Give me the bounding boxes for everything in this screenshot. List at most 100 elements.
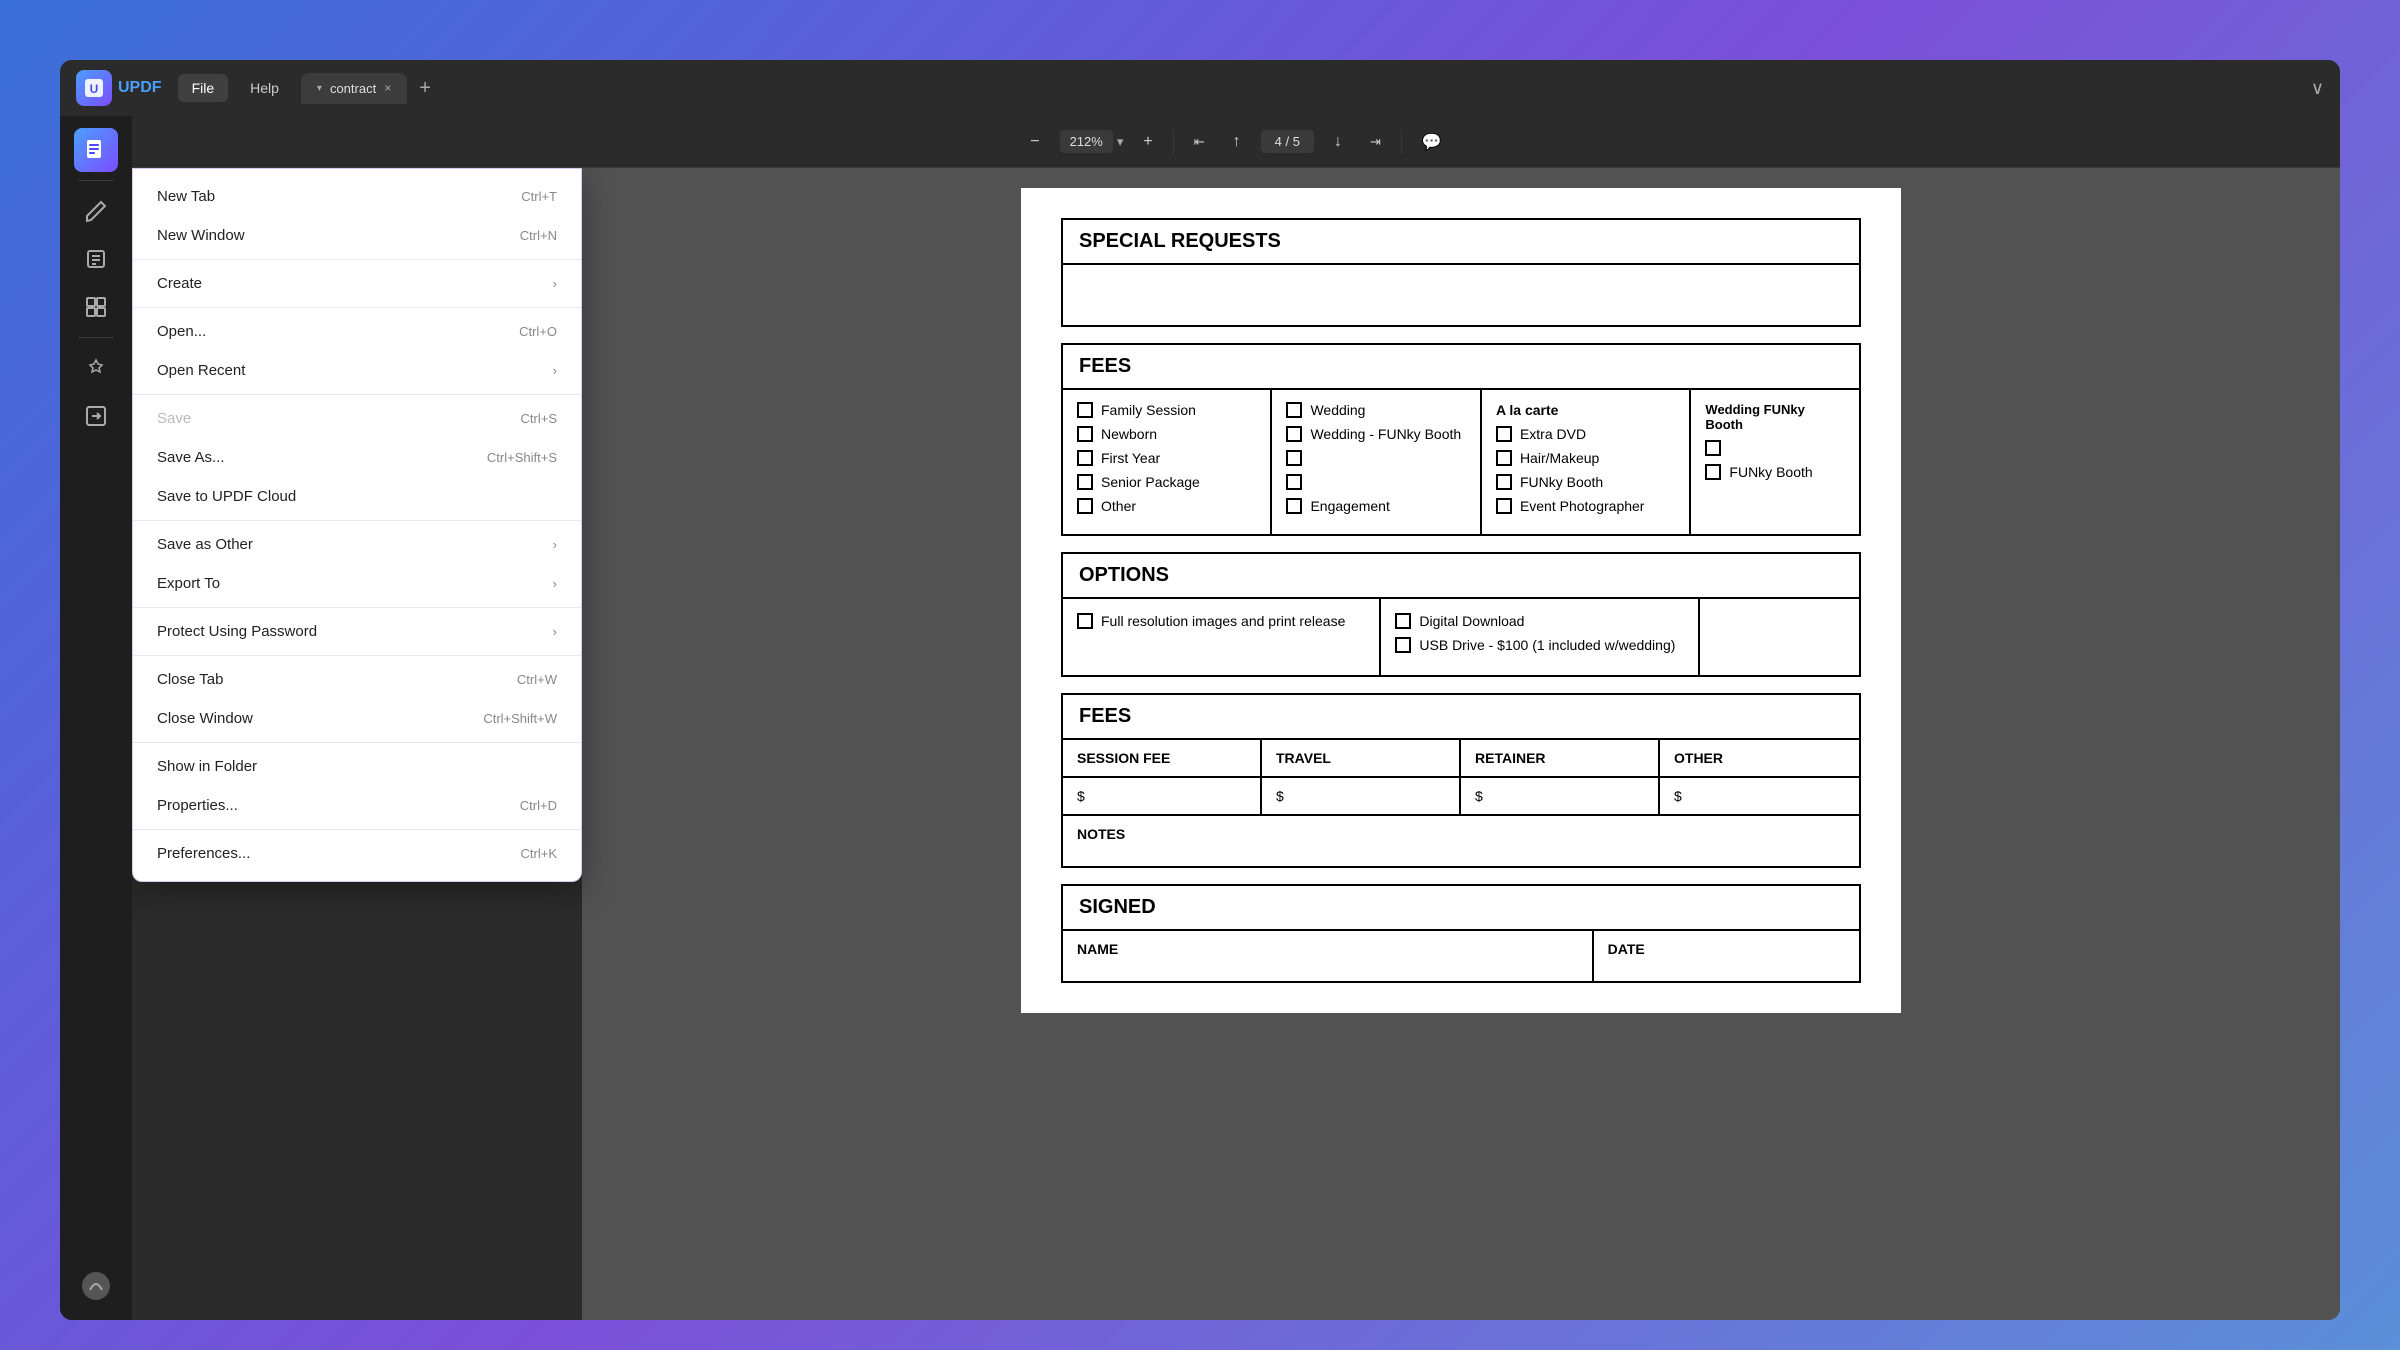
menu-item-save-shortcut: Ctrl+S [521,411,557,426]
fee-item-engagement: Engagement [1286,498,1465,514]
menu-item-close-window-shortcut: Ctrl+Shift+W [483,711,557,726]
menu-item-close-tab-label: Close Tab [157,671,223,688]
signed-title: SIGNED [1063,886,1859,931]
fees-val-retainer: $ [1461,778,1660,814]
tab-label: contract [330,81,376,96]
option-digital: Digital Download [1395,613,1683,629]
menu-item-export-to-arrow: › [553,576,557,591]
checkbox-extradvd[interactable] [1496,426,1512,442]
options-col-1: Full resolution images and print release [1063,599,1381,675]
signed-date: DATE [1594,931,1859,981]
sidebar-icon-annotate[interactable] [74,237,118,281]
fee-item-eventphotog: Event Photographer [1496,498,1675,514]
contract-tab[interactable]: ▾ contract × [301,73,407,104]
menu-item-open-shortcut: Ctrl+O [519,324,557,339]
checkbox-engagement[interactable] [1286,498,1302,514]
checkbox-wedding-funky[interactable] [1286,426,1302,442]
zoom-dropdown-icon[interactable]: ▾ [1117,134,1124,150]
fee-item-other: Other [1077,498,1256,514]
checkbox-blank-1[interactable] [1286,450,1302,466]
menu-item-new-window[interactable]: New Window Ctrl+N [133,216,581,255]
updf-logo-icon: U [76,70,112,106]
checkbox-fullres[interactable] [1077,613,1093,629]
tab-close-icon[interactable]: × [384,81,391,95]
fees-val-session: $ [1063,778,1262,814]
fee-item-blank-1 [1286,450,1465,466]
menu-item-close-tab-shortcut: Ctrl+W [517,672,557,687]
checkbox-family[interactable] [1077,402,1093,418]
menu-item-save-as[interactable]: Save As... Ctrl+Shift+S [133,438,581,477]
checkbox-funky-booth-2[interactable] [1705,464,1721,480]
checkbox-eventphotog[interactable] [1496,498,1512,514]
checkbox-funky-booth[interactable] [1496,474,1512,490]
menu-separator-7 [133,742,581,743]
checkbox-firstyear[interactable] [1077,450,1093,466]
checkbox-wedding[interactable] [1286,402,1302,418]
comment-button[interactable]: 💬 [1414,126,1450,158]
new-tab-button[interactable]: + [411,73,439,104]
nav-first-button[interactable]: ⇤ [1186,128,1213,156]
fee-item-wedding-funky: Wedding - FUNky Booth [1286,426,1465,442]
menu-item-save-updf-cloud[interactable]: Save to UPDF Cloud [133,477,581,516]
menu-item-save-updf-cloud-label: Save to UPDF Cloud [157,488,296,505]
nav-prev-button[interactable]: ↑ [1225,127,1249,157]
alacarte-title: A la carte [1496,402,1675,418]
menu-item-properties[interactable]: Properties... Ctrl+D [133,786,581,825]
checkbox-hairmakeup[interactable] [1496,450,1512,466]
sidebar-icon-convert[interactable] [74,394,118,438]
checkbox-wed-blank[interactable] [1705,440,1721,456]
menu-item-export-to[interactable]: Export To › [133,564,581,603]
page-current: 4 [1275,134,1282,149]
sidebar-icon-organize[interactable] [74,285,118,329]
sidebar-icon-forms[interactable] [74,346,118,390]
menu-item-new-tab[interactable]: New Tab Ctrl+T [133,177,581,216]
menu-item-open-recent[interactable]: Open Recent › [133,351,581,390]
nav-next-button[interactable]: ↓ [1326,127,1350,157]
menu-item-new-window-shortcut: Ctrl+N [520,228,557,243]
menu-item-close-window[interactable]: Close Window Ctrl+Shift+W [133,699,581,738]
title-bar-collapse[interactable]: ∨ [2311,78,2324,99]
menu-item-open[interactable]: Open... Ctrl+O [133,312,581,351]
zoom-in-button[interactable]: + [1135,127,1160,157]
checkbox-blank-2[interactable] [1286,474,1302,490]
menu-item-show-in-folder[interactable]: Show in Folder [133,747,581,786]
menu-item-preferences-shortcut: Ctrl+K [521,846,557,861]
sidebar-icon-edit[interactable] [74,189,118,233]
menu-item-save-label: Save [157,410,191,427]
menu-item-preferences-label: Preferences... [157,845,250,862]
menu-item-close-tab[interactable]: Close Tab Ctrl+W [133,660,581,699]
nav-last-button[interactable]: ⇥ [1362,128,1389,156]
options-col-3 [1700,599,1859,675]
checkbox-usb[interactable] [1395,637,1411,653]
content-wrapper: New Tab Ctrl+T New Window Ctrl+N Create … [132,168,2340,1320]
menu-item-protect-password-arrow: › [553,624,557,639]
fee-item-blank-2 [1286,474,1465,490]
checkbox-senior[interactable] [1077,474,1093,490]
help-menu-button[interactable]: Help [236,74,293,102]
fees-val-travel: $ [1262,778,1461,814]
toolbar-separator-2 [1401,130,1402,154]
checkbox-other[interactable] [1077,498,1093,514]
sidebar-divider-1 [78,180,114,181]
menu-item-create[interactable]: Create › [133,264,581,303]
signed-grid: NAME DATE [1063,931,1859,981]
toolbar-separator-1 [1173,130,1174,154]
menu-item-preferences[interactable]: Preferences... Ctrl+K [133,834,581,873]
sidebar-icon-reader[interactable] [74,128,118,172]
menu-item-protect-password-label: Protect Using Password [157,623,317,640]
checkbox-newborn[interactable] [1077,426,1093,442]
option-usb: USB Drive - $100 (1 included w/wedding) [1395,637,1683,653]
menu-item-close-window-label: Close Window [157,710,253,727]
menu-item-save-as-other[interactable]: Save as Other › [133,525,581,564]
checkbox-digital[interactable] [1395,613,1411,629]
menu-item-protect-password[interactable]: Protect Using Password › [133,612,581,651]
menu-separator-5 [133,607,581,608]
sidebar-icon-ai[interactable] [74,1264,118,1308]
fees-table-section: FEES SESSION FEE TRAVEL RETAINER OTHER $… [1061,693,1861,868]
zoom-out-button[interactable]: − [1022,127,1047,157]
fee-item-family: Family Session [1077,402,1256,418]
menu-item-save-as-other-arrow: › [553,537,557,552]
sidebar-divider-2 [78,337,114,338]
file-menu-button[interactable]: File [178,74,229,102]
page-nav: 4 / 5 [1261,130,1314,153]
